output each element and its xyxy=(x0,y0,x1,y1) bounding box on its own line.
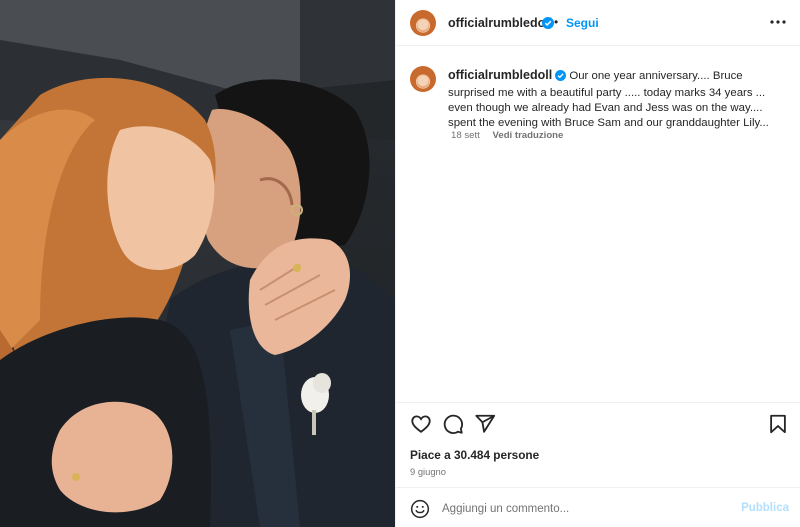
verified-badge-icon xyxy=(542,16,554,34)
more-horizontal-icon[interactable] xyxy=(769,13,787,31)
heart-icon[interactable] xyxy=(410,413,432,435)
translate-link[interactable]: Vedi traduzione xyxy=(492,130,563,141)
bookmark-icon[interactable] xyxy=(767,413,789,435)
separator-dot: • xyxy=(554,15,559,29)
post-actions: Piace a 30.484 persone 9 giugno Pubblica xyxy=(396,402,800,527)
comment-bar: Pubblica xyxy=(396,487,800,527)
caption-avatar[interactable] xyxy=(410,66,436,92)
caption-meta: 18 sett Vedi traduzione xyxy=(451,130,563,141)
send-icon[interactable] xyxy=(474,413,496,435)
comment-input[interactable] xyxy=(442,500,722,518)
likes-count[interactable]: Piace a 30.484 persone xyxy=(410,448,539,462)
author-avatar[interactable] xyxy=(410,10,436,36)
author-username[interactable]: officialrumbledoll xyxy=(448,16,552,30)
caption-body: officialrumbledoll Our one year annivers… xyxy=(448,68,792,131)
post-photo[interactable] xyxy=(0,0,395,527)
post-header: officialrumbledoll • Segui xyxy=(396,0,800,46)
publish-button[interactable]: Pubblica xyxy=(741,502,789,514)
verified-badge-icon xyxy=(555,70,567,86)
couple-kissing-photo xyxy=(0,0,395,527)
post-panel: officialrumbledoll • Segui officialrumbl… xyxy=(395,0,800,527)
follow-button[interactable]: Segui xyxy=(566,16,599,30)
caption-username[interactable]: officialrumbledoll xyxy=(448,68,552,82)
post-date: 9 giugno xyxy=(410,466,446,477)
caption-time: 18 sett xyxy=(451,130,480,141)
emoji-smile-icon[interactable] xyxy=(410,499,430,519)
comment-icon[interactable] xyxy=(442,413,464,435)
